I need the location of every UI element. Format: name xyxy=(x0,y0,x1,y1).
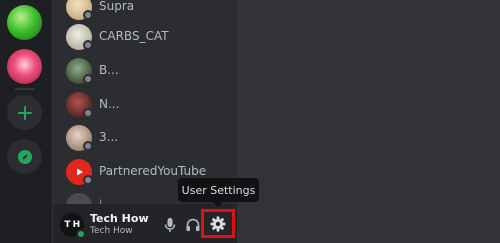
explore-servers-button[interactable] xyxy=(7,139,42,174)
add-server-button[interactable] xyxy=(7,95,42,130)
user-subtext: Tech How xyxy=(90,226,133,236)
pink-server-icon[interactable] xyxy=(7,49,42,84)
dm-name: B... xyxy=(99,63,119,77)
direct-messages-panel: Supra CARBS_CAT B... N... 3... Partnered… xyxy=(53,0,237,243)
dm-name: 3... xyxy=(99,130,119,144)
microphone-icon xyxy=(164,218,176,232)
user-settings-button[interactable] xyxy=(201,209,235,238)
status-offline-icon xyxy=(83,40,93,50)
dm-name: PartneredYouTube xyxy=(99,164,207,178)
dm-item[interactable]: N... xyxy=(62,89,232,121)
dm-list: Supra CARBS_CAT B... N... 3... Partnered… xyxy=(53,0,237,204)
status-offline-icon xyxy=(83,108,93,118)
dm-name: Supra xyxy=(99,0,135,13)
status-online-icon xyxy=(76,229,86,239)
status-offline-icon xyxy=(83,141,93,151)
status-offline-icon xyxy=(83,175,93,185)
gear-icon xyxy=(210,216,226,231)
dm-name: N... xyxy=(99,97,120,111)
dm-item[interactable]: Supra xyxy=(62,0,232,23)
plus-icon xyxy=(17,105,32,120)
avatar xyxy=(66,193,92,204)
dm-item[interactable]: CARBS_CAT xyxy=(62,21,232,53)
compass-icon xyxy=(17,149,32,164)
green-server-icon[interactable] xyxy=(7,5,42,40)
dm-name: CARBS_CAT xyxy=(99,29,169,43)
user-settings-tooltip: User Settings xyxy=(178,178,259,202)
dm-item[interactable]: B... xyxy=(62,55,232,87)
server-rail xyxy=(0,0,52,243)
rail-divider xyxy=(15,88,35,90)
dm-item[interactable]: 3... xyxy=(62,122,232,154)
user-name: Tech How xyxy=(90,212,149,225)
headphones-icon xyxy=(186,218,200,231)
status-offline-icon xyxy=(83,10,93,20)
tooltip-arrow xyxy=(213,202,223,207)
status-offline-icon xyxy=(83,74,93,84)
